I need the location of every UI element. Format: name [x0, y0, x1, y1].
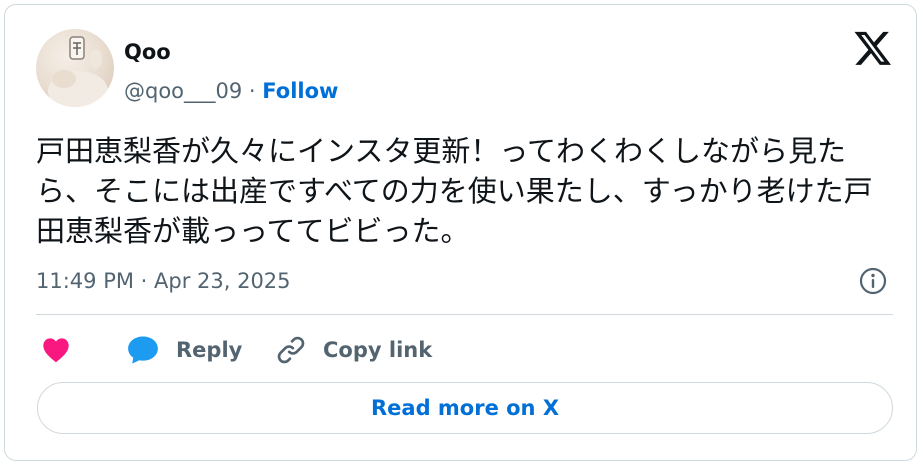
tweet-card: Qoo @qoo___09 · Follow 戸田恵梨香が久々にインスタ更新！っ…	[4, 4, 917, 461]
tweet-text: 戸田恵梨香が久々にインスタ更新！ってわくわくしながら見たら、そこには出産ですべて…	[36, 134, 873, 248]
avatar[interactable]	[36, 29, 114, 107]
read-more-label: Read more on X	[370, 396, 560, 420]
read-more-button[interactable]: Read more on X	[37, 382, 893, 434]
copy-link-label: Copy link	[323, 338, 433, 362]
x-logo-icon[interactable]	[853, 31, 893, 69]
info-icon[interactable]	[858, 266, 888, 296]
reply-label: Reply	[176, 338, 243, 362]
reply-button[interactable]: Reply	[126, 332, 242, 368]
user-handle[interactable]: @qoo___09	[124, 79, 242, 103]
divider	[36, 314, 893, 315]
tweet-timestamp[interactable]: 11:49 PM · Apr 23, 2025	[36, 267, 291, 295]
reply-bubble-icon	[128, 336, 158, 364]
handle-separator: ·	[242, 79, 263, 103]
copy-link-button[interactable]: Copy link	[275, 332, 432, 368]
heart-icon[interactable]	[40, 334, 72, 366]
handle-row: @qoo___09 · Follow	[124, 77, 338, 105]
user-name[interactable]: Qoo	[124, 39, 171, 65]
follow-button[interactable]: Follow	[262, 79, 338, 103]
link-icon	[277, 336, 305, 364]
